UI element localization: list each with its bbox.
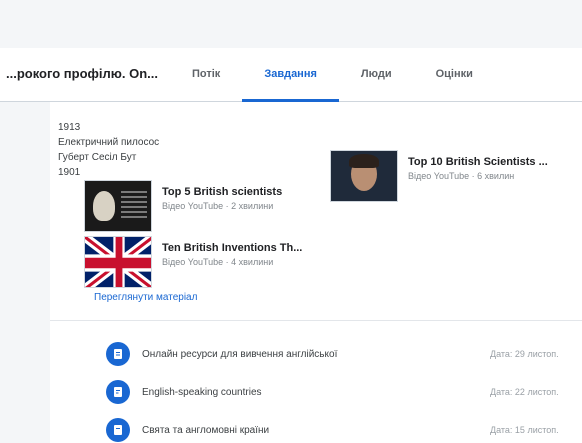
material-title: Ten British Inventions Th... [162,242,303,254]
description-line: Губерт Сесіл Бут [58,152,137,163]
material-description: 1913 Електричний пилосос Губерт Сесіл Бу… [58,120,159,180]
assignment-date: Дата: 22 листоп. [490,387,559,397]
video-thumbnail [330,150,398,202]
class-title: ...рокого профілю. On... [6,66,158,81]
top-app-bar: ...рокого профілю. On... Потік Завдання … [0,48,582,102]
material-subtitle: Відео YouTube · 6 хвилин [408,171,515,181]
description-line: Електричний пилосос [58,137,160,148]
material-card-video[interactable]: Ten British Inventions Th... Відео YouTu… [84,236,312,288]
document-icon [106,342,130,366]
union-jack-icon [85,237,151,287]
assignment-date: Дата: 29 листоп. [490,349,559,359]
tab-people[interactable]: Люди [339,48,414,102]
view-material-link[interactable]: Переглянути матеріал [94,292,197,303]
classwork-content: 1913 Електричний пилосос Губерт Сесіл Бу… [50,102,582,443]
assignment-date: Дата: 15 листоп. [490,425,559,435]
divider [50,320,582,321]
material-card-video[interactable]: Top 5 British scientists Відео YouTube ·… [84,180,312,232]
video-thumbnail [84,180,152,232]
assignment-row[interactable]: Онлайн ресурси для вивчення англійської [106,342,337,366]
portrait-icon [93,191,115,221]
material-subtitle: Відео YouTube · 2 хвилини [162,201,274,211]
assignment-row[interactable]: English-speaking countries [106,380,262,404]
assignment-title: Онлайн ресурси для вивчення англійської [142,348,338,360]
tab-grades[interactable]: Оцінки [414,48,495,102]
material-title: Top 10 British Scientists ... [408,156,548,168]
description-line: 1913 [58,122,81,133]
assignment-row[interactable]: Свята та англомовні країни [106,418,269,442]
description-line: 1901 [58,167,81,178]
assignment-title: Свята та англомовні країни [142,424,270,436]
tab-bar: Потік Завдання Люди Оцінки [170,48,495,102]
material-card-video[interactable]: Top 10 British Scientists ... Відео YouT… [330,150,558,202]
classroom-screen: ...рокого профілю. On... Потік Завдання … [0,0,582,443]
video-thumbnail [84,236,152,288]
material-subtitle: Відео YouTube · 4 хвилини [162,257,274,267]
material-title: Top 5 British scientists [162,186,283,198]
tab-stream[interactable]: Потік [170,48,242,102]
assignment-icon [106,418,130,442]
assignment-title: English-speaking countries [142,386,262,398]
assignment-icon [106,380,130,404]
tab-classwork[interactable]: Завдання [242,48,339,102]
